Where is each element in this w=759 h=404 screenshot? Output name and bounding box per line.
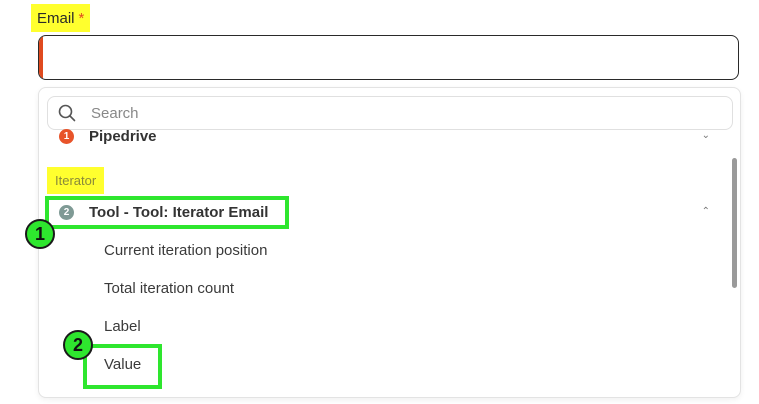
list-item-value[interactable]: Value [104,356,141,373]
list-item-label: Current iteration position [104,242,268,259]
email-field[interactable] [38,35,739,80]
group-title: Pipedrive [89,128,157,145]
variable-picker-dropdown: 1 Pipedrive ⌄ Iterator 2 Tool - Tool: It… [38,87,741,398]
list-item-label: Value [104,356,142,373]
group-title: Tool - Tool: Iterator Email [89,204,269,221]
input-focus-accent [39,36,43,79]
required-mark: * [78,9,85,27]
list-item-label[interactable]: Label [104,318,141,335]
chevron-up-icon[interactable]: ⌃ [702,206,710,217]
email-input[interactable] [39,36,738,79]
email-label-text: Email [37,9,75,27]
list-item-label-text: Label [104,318,141,335]
group-iterator-email[interactable]: 2 Tool - Tool: Iterator Email [59,204,268,221]
search-icon [57,103,77,123]
group-number-badge: 2 [59,205,74,220]
group-number-badge: 1 [59,129,74,144]
group-pipedrive[interactable]: 1 Pipedrive [59,128,157,145]
iterator-section-label: Iterator [47,167,105,194]
annotation-callout-1: 1 [25,219,55,249]
search-field[interactable] [47,96,733,130]
email-field-label: Email * [31,4,91,32]
search-input[interactable] [89,103,732,123]
page: Email * 1 Pipedrive ⌄ Iterator 2 Tool - … [0,0,759,404]
list-item-label: Total iteration count [104,280,235,297]
list-item-current-iteration-position[interactable]: Current iteration position [104,242,267,259]
scrollbar[interactable] [732,158,737,288]
annotation-callout-2: 2 [63,330,93,360]
list-item-total-iteration-count[interactable]: Total iteration count [104,280,234,297]
chevron-down-icon[interactable]: ⌄ [702,130,710,141]
